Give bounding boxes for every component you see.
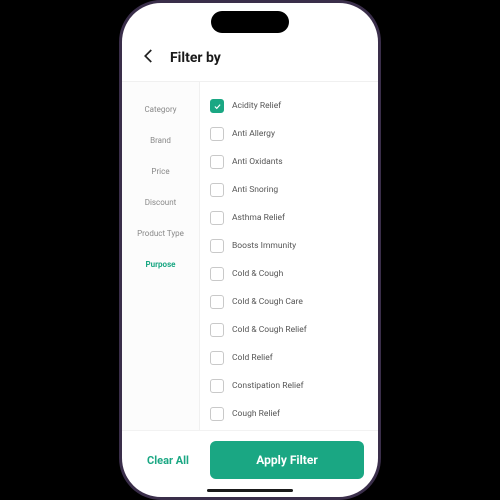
option-row[interactable]: Constipation Relief [210, 372, 374, 400]
option-label: Cold & Cough [232, 269, 283, 279]
footer: Clear All Apply Filter [122, 430, 378, 497]
checkbox-icon[interactable] [210, 267, 224, 281]
option-label: Cold & Cough Relief [232, 325, 307, 335]
filter-category-sidebar: Category Brand Price Discount Product Type Pu… [122, 82, 200, 430]
option-row[interactable]: Anti Oxidants [210, 148, 374, 176]
sidebar-item-category[interactable]: Category [122, 94, 199, 125]
option-label: Anti Allergy [232, 129, 275, 139]
option-row[interactable]: Cold & Cough [210, 260, 374, 288]
sidebar-item-product-type[interactable]: Product Type [122, 218, 199, 249]
option-label: Anti Oxidants [232, 157, 283, 167]
option-label: Boosts Immunity [232, 241, 296, 251]
option-label: Cold Relief [232, 353, 273, 363]
sidebar-item-purpose[interactable]: Purpose [122, 249, 199, 280]
option-label: Cough Relief [232, 409, 280, 419]
sidebar-item-price[interactable]: Price [122, 156, 199, 187]
option-row[interactable]: Anti Allergy [210, 120, 374, 148]
clear-all-button[interactable]: Clear All [136, 454, 200, 467]
sidebar-item-label: Product Type [137, 229, 184, 238]
phone-frame: Filter by Category Brand Price Discount Prod… [119, 0, 381, 500]
option-label: Acidity Relief [232, 101, 281, 111]
sidebar-item-label: Price [151, 167, 169, 176]
checkbox-icon[interactable] [210, 127, 224, 141]
option-label: Asthma Relief [232, 213, 285, 223]
checkbox-icon[interactable] [210, 379, 224, 393]
sidebar-item-label: Brand [150, 136, 171, 145]
checkbox-icon[interactable] [210, 295, 224, 309]
checkbox-icon[interactable] [210, 351, 224, 365]
checkbox-icon[interactable] [210, 239, 224, 253]
checkbox-icon[interactable] [210, 407, 224, 421]
sidebar-item-brand[interactable]: Brand [122, 125, 199, 156]
sidebar-item-discount[interactable]: Discount [122, 187, 199, 218]
checkbox-icon[interactable] [210, 183, 224, 197]
option-row[interactable]: Asthma Relief [210, 204, 374, 232]
option-row[interactable]: Cold Relief [210, 344, 374, 372]
sidebar-item-label: Category [144, 105, 176, 114]
option-row[interactable]: Cough Relief [210, 400, 374, 428]
filter-options-list: Acidity Relief Anti Allergy Anti Oxidants A… [200, 82, 378, 430]
apply-filter-button[interactable]: Apply Filter [210, 441, 364, 479]
notch [211, 11, 289, 33]
sidebar-item-label: Purpose [145, 260, 175, 269]
option-row[interactable]: Acidity Relief [210, 92, 374, 120]
checkbox-icon[interactable] [210, 211, 224, 225]
home-indicator [207, 489, 293, 492]
checkbox-icon[interactable] [210, 323, 224, 337]
option-row[interactable]: Cold & Cough Care [210, 288, 374, 316]
header: Filter by [122, 41, 378, 81]
option-label: Cold & Cough Care [232, 297, 303, 307]
screen: Filter by Category Brand Price Discount Prod… [122, 3, 378, 497]
checkbox-icon[interactable] [210, 155, 224, 169]
option-label: Anti Snoring [232, 185, 278, 195]
page-title: Filter by [170, 50, 221, 66]
checkbox-checked-icon[interactable] [210, 99, 224, 113]
back-arrow-icon[interactable] [140, 47, 158, 69]
sidebar-item-label: Discount [145, 198, 177, 207]
option-row[interactable]: Boosts Immunity [210, 232, 374, 260]
option-label: Constipation Relief [232, 381, 304, 391]
body: Category Brand Price Discount Product Type Pu… [122, 81, 378, 430]
option-row[interactable]: Cold & Cough Relief [210, 316, 374, 344]
option-row[interactable]: Anti Snoring [210, 176, 374, 204]
